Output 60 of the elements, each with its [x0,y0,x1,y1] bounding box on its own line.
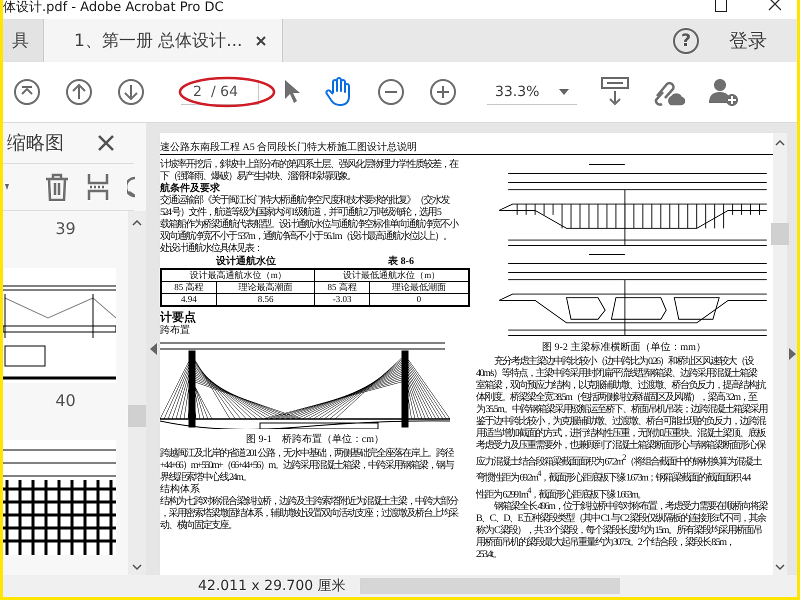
page-number-label: 39 [54,218,77,240]
table-header: 85 高程 [314,282,370,294]
caret-icon [559,88,570,94]
paragraph: 交通运输部《关于闽江长门特大桥通航净空尺度和技术要求的批复》（交水发 524 号）文件，航道等级为国家内河 I 级航道，并可通航 2 万吨级海轮，选用 5 载箱船作为桥梁通航代表船型。设计通航水位与通航净空标准单向通航净宽不小 双向通航净宽不小于 537m，通航净高不小于 56.1m（设计最高通航水位以上）。 处设计通航水位具体见表： [160,195,458,255]
collapse-left-icon[interactable] [150,343,156,355]
paragraph: 充分考虑主梁边中跨比较小（边中跨比为 0.26）和桥址区风速较大（设 40m/s）等特点，主梁中跨采用封闭扁平流线型钢箱梁、边跨采用混凝土箱梁 室箱梁，双向预应力结构，以克服辅助墩、过渡墩、桥台负反力，提高结构抗 体刚度。桥梁梁全宽 38.5m（包括两侧斜拉索锚固区及风嘴），梁高 3.2m，至 为 35.5m。中跨钢箱梁采用驳船运至桥下、桥面吊机吊装；边跨混凝土箱梁采用 鉴于边中跨比较小，为克服辅助墩、过渡墩、桥台可能出现的负反力，边跨混 用适当增加截面的方式，进行结构性压重，无附加压重块。混凝土梁顶、底板 考虑受力及压重需要外，也兼顾到了混凝土箱梁断面形心与钢箱梁断面形心保 应力混凝土结合段箱梁截面面积为 67.2m$^{2}$（将组合截面中的钢材换算为混凝土 弯惯性距为 69.2m$^{4}$，截面形心距底板下缘 1.673m；钢箱梁截面的截面面积 4.4 性距为 6.2991m$^{4}$，截面形心距底板下缘 1.663m。 [476,356,767,500]
subsection-title: 跨布置 [160,325,191,337]
table-header: 理论最低潮面 [369,282,469,294]
scroll-down-icon[interactable] [775,563,785,571]
zoom-dropdown[interactable]: 33.3% [486,80,578,104]
scroll-down-icon[interactable] [132,563,142,571]
scrollbar-thumb[interactable] [128,405,146,427]
pointer-icon[interactable] [282,79,301,105]
paragraph: 钢箱梁全长 496m，位于斜拉桥中跨对称布置，考虑受力需要在顺桥向将梁 B、C、D、E 五种梁段类型（其中 C1 与 C2 梁段仅纵隔板的连接形式不同，其余 称为 C 梁段），共 33 个梁段，每个梁段长度均为 15m。所有梁段均采用桥面吊 用桥面吊机的梁段最大起吊重量约为 307.5t。2 个结合段，梁段长 8.5m， 253.4t。 [476,500,767,561]
figure-caption: 图 9-2 主梁标准横断面（单位：mm） [541,341,707,354]
hand-icon[interactable] [324,77,353,107]
keyboard-icon[interactable] [601,77,630,107]
document-tab[interactable]: 具 [3,19,43,62]
page-total: / 64 [211,84,238,100]
page-thumbnail[interactable] [3,268,116,383]
table-header: 理论最高潮面 [216,282,315,294]
scroll-up-icon[interactable] [132,219,142,227]
paragraph: 跨越闽江及北岸的省道 201 公路，无水中基础，两侧基础完全座落在岸上。跨径 +44+66）m+550m+（66+44+56）m。边跨采用混凝土箱梁，中跨采用钢箱梁，钢与 界线距索塔中心线 24m。 [160,448,454,484]
table-header: 设计最高通航水位（m） [161,269,315,282]
add-user-icon[interactable] [709,77,740,107]
scroll-up-icon[interactable] [775,139,785,147]
paragraph: 结构为七跨对称混合梁斜拉桥，边跨及主跨索塔附近为混凝土主梁，中跨大部分 ，采用密索塔梁墩固结体系，辅助墩处设置双向活动支座；过渡墩及桥台上均采 动、横向固定支座。 [160,496,458,532]
zoom-in-icon[interactable] [428,78,457,106]
sign-in-link[interactable]: 登录 [729,28,767,54]
section-heading: 航条件及要求 [160,183,221,194]
page-number-field[interactable]: 2 [193,84,207,100]
help-button[interactable]: ? [673,28,699,54]
table-number: 表 8-6 [388,255,414,268]
scrollbar-thumb[interactable] [771,223,789,245]
window-title: 体设计.pdf - Adobe Acrobat Pro DC [3,0,224,15]
close-icon[interactable] [98,135,114,151]
table-header: 设计最低通航水位（m） [314,269,469,282]
page-number-label: 40 [54,390,77,412]
page-header: 速公路东南段工程 A5 合同段长门特大桥施工图设计总说明 [160,141,773,155]
scrollbar-thumb[interactable] [360,578,620,594]
caret-icon[interactable] [5,184,9,190]
page-size-label: 42.011 x 29.700 厘米 [198,577,346,595]
close-icon[interactable] [256,36,266,46]
trash-icon[interactable] [45,173,69,201]
insert-pages-icon[interactable] [87,173,109,201]
table-title: 设计通航水位 [216,255,276,268]
previous-page-icon[interactable] [65,78,93,106]
paragraph: 计坡率开挖后，斜坡中上部分布的第四系土层、强风化层物理力学性质较差，在 下（强降雨、爆破）易产生掉块、溜滑和垛塌现象。 [160,159,458,182]
panel-title: 缩略图 [7,131,64,156]
close-icon[interactable] [767,0,781,12]
page-thumbnail[interactable] [3,440,116,555]
next-page-icon[interactable] [117,78,145,106]
first-page-icon[interactable] [13,78,41,106]
section-heading: 计要点 [160,309,197,324]
document-tab[interactable]: 1、第一册 总体设计... [43,19,283,62]
zoom-out-icon[interactable] [376,78,405,106]
table-header: 85 高程 [161,282,216,294]
figure-caption: 图 9-1 桥跨布置（单位：cm） [244,433,386,446]
maximize-icon[interactable] [715,0,727,12]
subsection-title: 结构体系 [160,484,201,496]
